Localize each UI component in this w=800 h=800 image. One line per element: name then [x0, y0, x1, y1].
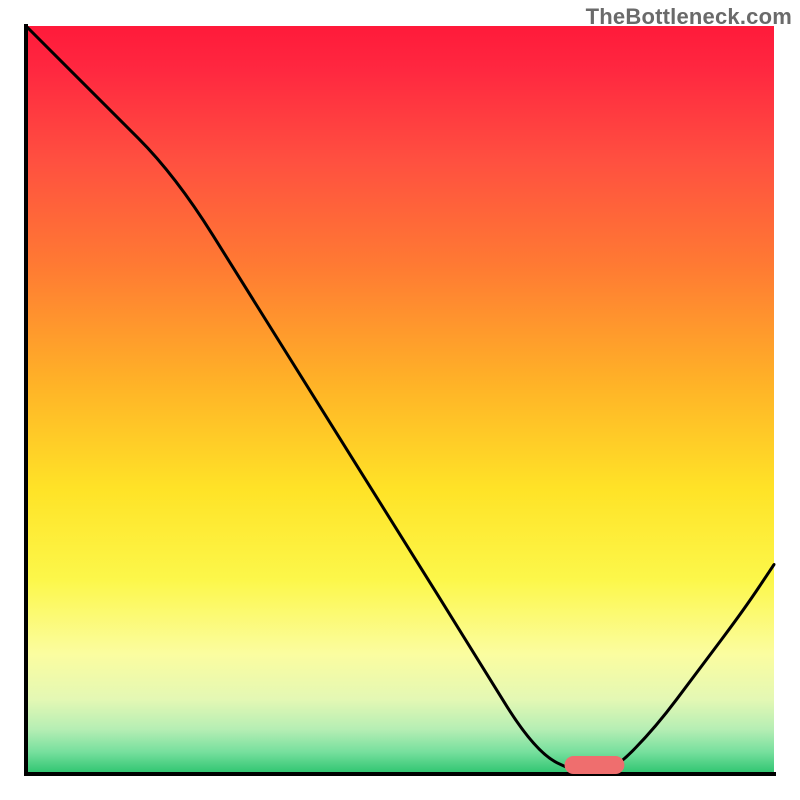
- ideal-range-marker: [565, 756, 625, 774]
- chart-svg: [0, 0, 800, 800]
- watermark-text: TheBottleneck.com: [586, 4, 792, 30]
- bottleneck-chart: TheBottleneck.com: [0, 0, 800, 800]
